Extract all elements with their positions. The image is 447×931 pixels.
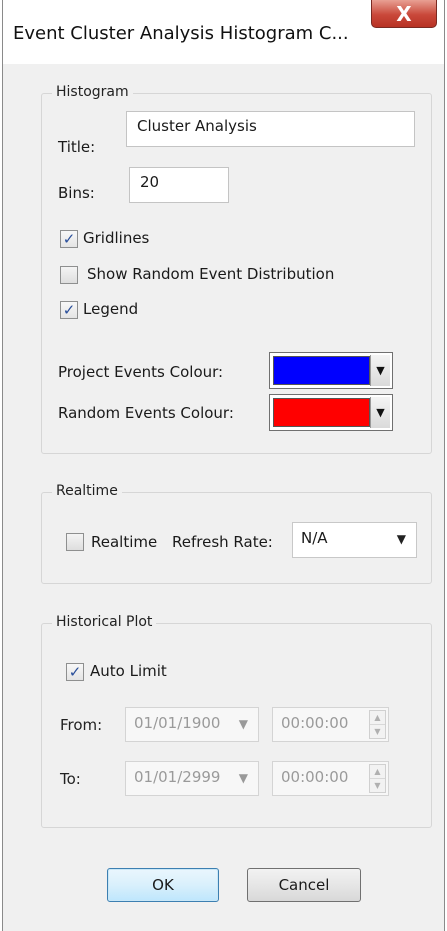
to-time-value: 00:00:00: [281, 768, 349, 786]
realtime-group-label: Realtime: [52, 483, 122, 499]
spin-up-icon[interactable]: ▲: [370, 765, 385, 778]
title-label: Title:: [58, 138, 96, 156]
from-label: From:: [60, 716, 103, 734]
spin-down-icon[interactable]: ▼: [370, 724, 385, 738]
histogram-group-label: Histogram: [52, 84, 133, 100]
from-time-picker[interactable]: 00:00:00 ▲ ▼: [272, 707, 389, 742]
project-colour-picker[interactable]: ▼: [269, 352, 393, 389]
from-time-value: 00:00:00: [281, 714, 349, 732]
spin-up-icon[interactable]: ▲: [370, 711, 385, 724]
close-button[interactable]: X: [371, 0, 437, 28]
legend-label: Legend: [83, 300, 139, 318]
to-date-value: 01/01/2999: [134, 768, 221, 786]
to-date-picker[interactable]: 01/01/2999 ▼: [125, 761, 259, 796]
to-label: To:: [60, 770, 81, 788]
chevron-down-icon[interactable]: ▼: [370, 397, 390, 428]
title-input[interactable]: Cluster Analysis: [126, 111, 415, 147]
realtime-checkbox[interactable]: [66, 533, 84, 551]
dialog-window: Event Cluster Analysis Histogram C... X …: [2, 0, 445, 931]
dialog-content: Histogram Title: Cluster Analysis Bins: …: [3, 64, 444, 931]
ok-button[interactable]: OK: [107, 868, 219, 902]
show-random-label: Show Random Event Distribution: [87, 265, 335, 283]
historical-group-label: Historical Plot: [52, 614, 157, 630]
auto-limit-checkbox[interactable]: ✓: [66, 663, 84, 681]
checkmark-icon: ✓: [68, 662, 82, 681]
close-icon: X: [396, 1, 412, 26]
gridlines-label: Gridlines: [83, 229, 150, 247]
refresh-rate-label: Refresh Rate:: [172, 533, 273, 551]
bins-input[interactable]: 20: [129, 167, 229, 203]
random-colour-swatch: [273, 398, 370, 427]
project-colour-label: Project Events Colour:: [58, 363, 224, 381]
realtime-group: Realtime Realtime Refresh Rate: N/A ▼: [41, 483, 432, 584]
from-time-spinner[interactable]: ▲ ▼: [369, 710, 386, 739]
to-time-spinner[interactable]: ▲ ▼: [369, 764, 386, 793]
to-time-picker[interactable]: 00:00:00 ▲ ▼: [272, 761, 389, 796]
refresh-rate-select[interactable]: N/A ▼: [292, 522, 417, 558]
gridlines-checkbox[interactable]: ✓: [60, 230, 78, 248]
random-colour-label: Random Events Colour:: [58, 404, 234, 422]
refresh-rate-value: N/A: [301, 529, 328, 547]
chevron-down-icon: ▼: [396, 532, 406, 546]
spin-down-icon[interactable]: ▼: [370, 778, 385, 792]
legend-checkbox[interactable]: ✓: [60, 301, 78, 319]
title-bar[interactable]: Event Cluster Analysis Histogram C... X: [3, 0, 444, 64]
chevron-down-icon: ▼: [238, 717, 248, 731]
chevron-down-icon: ▼: [238, 771, 248, 785]
show-random-checkbox[interactable]: [60, 266, 78, 284]
from-date-picker[interactable]: 01/01/1900 ▼: [125, 707, 259, 742]
cancel-button[interactable]: Cancel: [247, 868, 361, 902]
bins-label: Bins:: [58, 184, 95, 202]
histogram-group: Histogram Title: Cluster Analysis Bins: …: [41, 84, 432, 454]
from-date-value: 01/01/1900: [134, 714, 221, 732]
chevron-down-icon[interactable]: ▼: [370, 355, 390, 386]
random-colour-picker[interactable]: ▼: [269, 394, 393, 431]
checkmark-icon: ✓: [62, 229, 76, 248]
realtime-label: Realtime: [91, 533, 158, 551]
historical-plot-group: Historical Plot ✓ Auto Limit From: 01/01…: [41, 614, 432, 828]
project-colour-swatch: [273, 356, 370, 385]
window-title: Event Cluster Analysis Histogram C...: [13, 23, 349, 44]
auto-limit-label: Auto Limit: [90, 662, 167, 680]
checkmark-icon: ✓: [62, 300, 76, 319]
